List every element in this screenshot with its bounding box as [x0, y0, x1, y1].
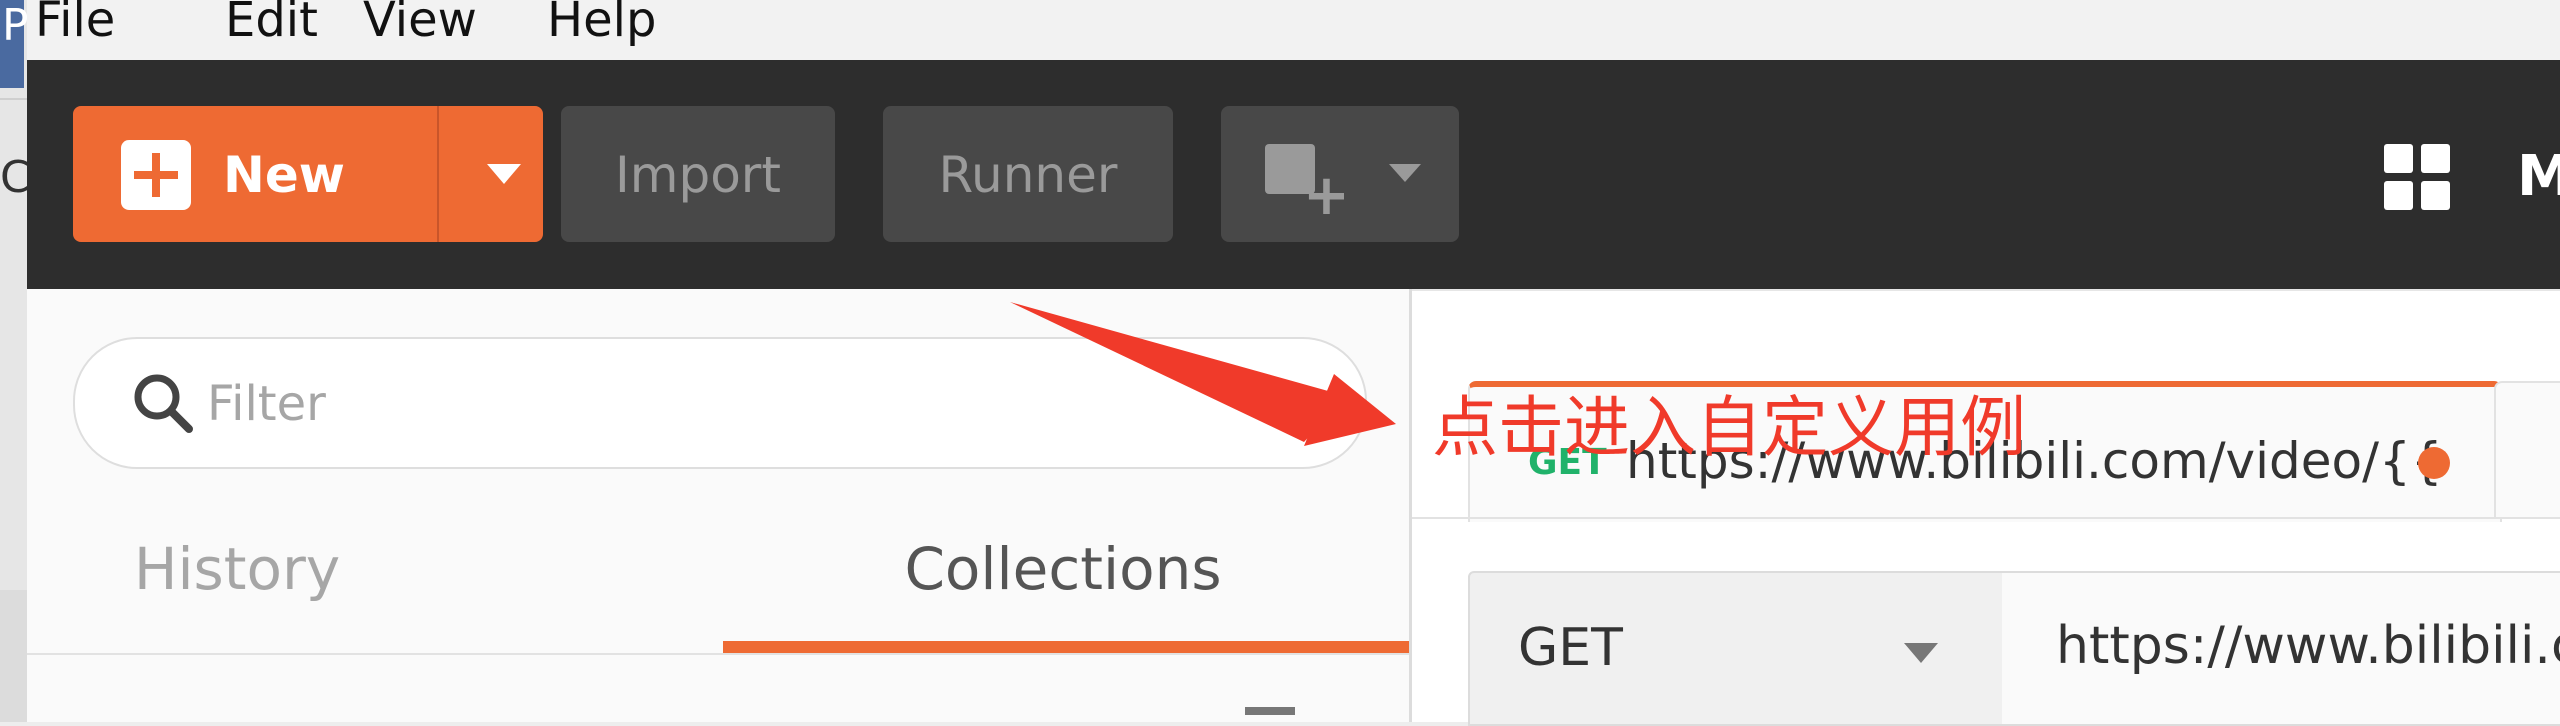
annotation-text: 点击进入自定义用例 [1432, 389, 2026, 466]
background-window-edge: P C [0, 0, 27, 722]
new-window-button[interactable]: + [1221, 106, 1459, 242]
chevron-down-icon[interactable] [487, 164, 521, 184]
url-input-value: https://www.bilibili.c [2056, 616, 2560, 676]
new-button-label: New [223, 146, 345, 204]
runner-button[interactable]: Runner [883, 106, 1173, 242]
edge-panel [0, 590, 27, 722]
chevron-down-icon [1904, 643, 1938, 663]
add-icon: + [1303, 163, 1350, 228]
menu-edit[interactable]: Edit [225, 0, 318, 48]
url-input[interactable]: https://www.bilibili.c [2002, 571, 2560, 726]
tab-history[interactable]: History [67, 509, 407, 629]
import-button-label: Import [615, 146, 781, 204]
sidebar: History Collections [27, 289, 1412, 722]
plus-icon [121, 140, 191, 210]
request-tab-next[interactable] [2494, 381, 2560, 518]
runner-button-label: Runner [938, 146, 1118, 204]
new-button-divider [437, 106, 439, 242]
search-icon [134, 374, 193, 433]
sidebar-divider [27, 653, 1409, 655]
sidebar-menu-icon[interactable] [1245, 707, 1295, 715]
main-top-divider [1412, 289, 2560, 291]
tab-collections[interactable]: Collections [723, 509, 1403, 629]
menu-help[interactable]: Help [547, 0, 656, 48]
method-select-value: GET [1518, 618, 1623, 678]
menu-view[interactable]: View [363, 0, 477, 48]
filter-field[interactable] [73, 337, 1367, 469]
workspace-label[interactable]: My [2517, 142, 2560, 212]
workspace-grid-icon[interactable] [2384, 144, 2450, 210]
menu-bar: File Edit View Help [27, 0, 2560, 60]
active-tab-indicator [723, 641, 1409, 653]
filter-input[interactable] [205, 363, 1309, 445]
tabs-divider [1412, 517, 2560, 519]
header-toolbar: New Import Runner + My [27, 60, 2560, 289]
new-button[interactable]: New [73, 106, 543, 242]
edge-divider [0, 98, 27, 100]
request-builder: GET https://www.bilibili.com/video/{{ GE… [1412, 289, 2560, 726]
chevron-down-icon [1389, 164, 1421, 182]
import-button[interactable]: Import [561, 106, 835, 242]
method-select[interactable]: GET [1468, 571, 2006, 726]
unsaved-dot-icon [2418, 447, 2450, 479]
menu-file[interactable]: File [35, 0, 115, 48]
background-window-icon: P [0, 0, 27, 88]
background-window-text: C [0, 152, 27, 203]
